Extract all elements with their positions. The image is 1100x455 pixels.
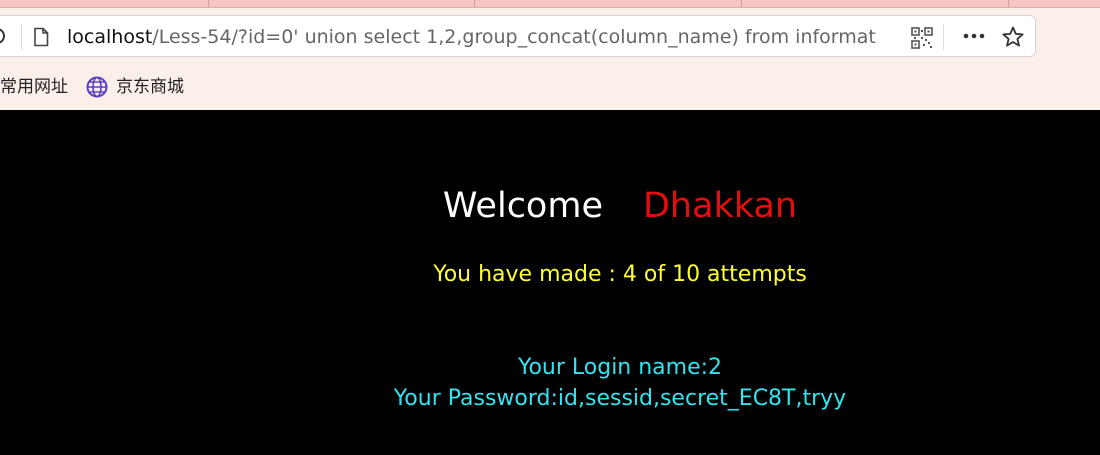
page-icon [31,27,51,47]
welcome-name: Dhakkan [642,186,798,226]
address-bar-divider [21,24,22,50]
qr-code-icon[interactable] [911,27,933,49]
url-host: localhost [67,26,153,48]
address-bar-divider [943,24,944,50]
password-text: Your Password:id,sessid,secret_EC8T,tryy [393,386,847,411]
star-icon[interactable] [1001,25,1025,49]
attempts-counter: You have made : 4 of 10 attempts [433,262,807,287]
bookmark-common-sites[interactable]: 常用网址 [0,76,68,98]
welcome-heading: Welcome Dhakkan [0,184,1100,228]
url-path: /Less-54/?id=0' union select 1,2,group_c… [152,26,876,48]
browser-chrome: localhost/Less-54/?id=0' union select 1,… [0,0,1100,110]
page-content: Welcome Dhakkan You have made : 4 of 10 a… [0,110,1100,455]
bookmark-label: 常用网址 [0,77,68,97]
tab-separator [474,0,475,7]
bookmarks-bar: 常用网址 京东商城 [0,70,1100,106]
url-input[interactable]: localhost/Less-54/?id=0' union select 1,… [67,25,909,49]
tab-separator [1008,0,1009,7]
welcome-text: Welcome [442,186,603,226]
tab-strip [0,0,1100,8]
tab-separator [741,0,742,7]
reload-icon[interactable] [0,26,9,46]
more-icon[interactable] [959,24,989,48]
login-name-text: Your Login name:2 [517,355,723,380]
globe-icon [86,76,108,98]
tab-separator [208,0,209,7]
url-fade [875,22,909,52]
bookmark-label: 京东商城 [116,77,184,97]
address-bar[interactable]: localhost/Less-54/?id=0' union select 1,… [0,15,1036,57]
